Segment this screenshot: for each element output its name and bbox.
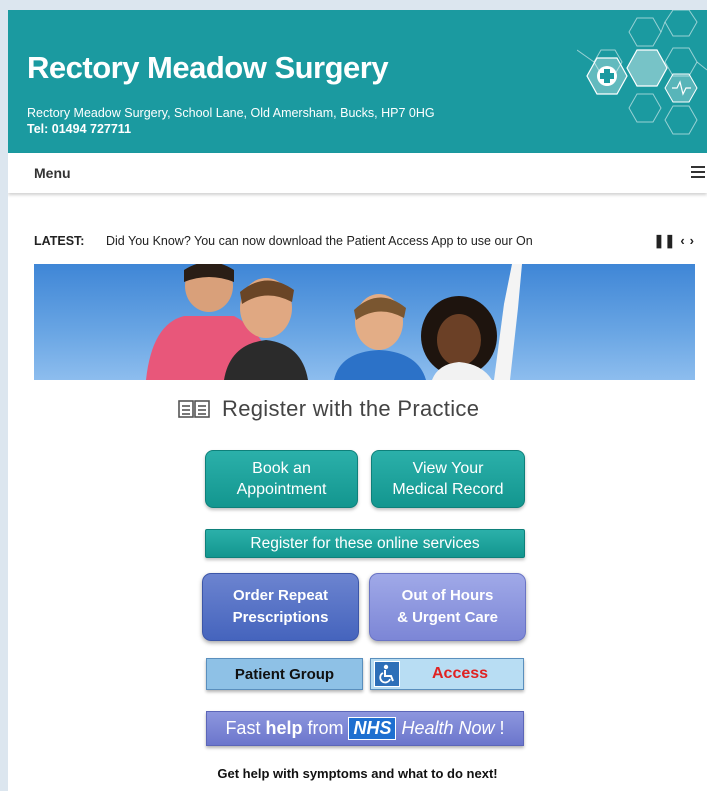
- banner-image: [34, 264, 695, 380]
- register-with-practice-link[interactable]: Register with the Practice: [178, 394, 479, 424]
- site-telephone[interactable]: Tel: 01494 727711: [27, 122, 131, 136]
- page: Rectory Meadow Surgery Rectory Meadow Su…: [8, 10, 707, 791]
- access-label: Access: [432, 665, 489, 682]
- order-repeat-prescriptions-button[interactable]: Order Repeat Prescriptions: [202, 573, 359, 641]
- hamburger-icon[interactable]: [691, 166, 705, 179]
- repeat-label-line1: Order Repeat: [232, 587, 329, 604]
- chevron-right-icon[interactable]: ›: [690, 233, 694, 249]
- book-label-line1: Book an: [252, 460, 311, 477]
- banner-people-illustration: [146, 264, 522, 380]
- nhs-health-now-button[interactable]: Fast help from NHS Health Now !: [206, 711, 524, 746]
- nhs-from-text: from: [307, 718, 344, 738]
- ooh-label-line1: Out of Hours: [401, 587, 494, 604]
- nhs-help-text: help: [265, 718, 303, 738]
- wheelchair-icon: [374, 661, 400, 687]
- ticker-headline[interactable]: Did You Know? You can now download the P…: [106, 234, 626, 248]
- view-medical-record-button[interactable]: View Your Medical Record: [371, 450, 525, 508]
- ticker-controls: ❚❚ ‹ ›: [654, 233, 694, 249]
- nhs-exclamation: !: [499, 718, 505, 738]
- book-appointment-button[interactable]: Book an Appointment: [205, 450, 358, 508]
- pause-icon[interactable]: ❚❚: [654, 233, 676, 249]
- patient-group-button[interactable]: Patient Group: [206, 658, 363, 690]
- register-online-services-button[interactable]: Register for these online services: [205, 529, 525, 558]
- out-of-hours-button[interactable]: Out of Hours & Urgent Care: [369, 573, 526, 641]
- menu-label[interactable]: Menu: [34, 165, 71, 181]
- access-button[interactable]: Access: [370, 658, 524, 690]
- menu-bar[interactable]: Menu: [8, 153, 707, 193]
- hexagon-medical-decoration-icon: [577, 10, 707, 135]
- site-title[interactable]: Rectory Meadow Surgery: [27, 50, 389, 86]
- register-label: Register with the Practice: [222, 396, 480, 421]
- chevron-left-icon[interactable]: ‹: [680, 233, 684, 249]
- news-ticker: LATEST: Did You Know? You can now downlo…: [34, 232, 694, 252]
- open-book-icon: [178, 400, 210, 418]
- ticker-label: LATEST:: [34, 234, 85, 248]
- nhs-logo: NHS: [348, 717, 397, 740]
- site-address: Rectory Meadow Surgery, School Lane, Old…: [27, 106, 435, 120]
- nhs-health-now-text: Health Now: [401, 718, 495, 738]
- record-label-line1: View Your: [412, 460, 484, 477]
- ooh-label-line2: & Urgent Care: [397, 609, 498, 626]
- site-header: Rectory Meadow Surgery Rectory Meadow Su…: [8, 10, 707, 153]
- record-label-line2: Medical Record: [392, 481, 504, 498]
- book-label-line2: Appointment: [236, 481, 327, 498]
- repeat-label-line2: Prescriptions: [232, 609, 329, 626]
- nhs-fast-text: Fast: [225, 718, 261, 738]
- symptoms-help-text: Get help with symptoms and what to do ne…: [217, 766, 498, 781]
